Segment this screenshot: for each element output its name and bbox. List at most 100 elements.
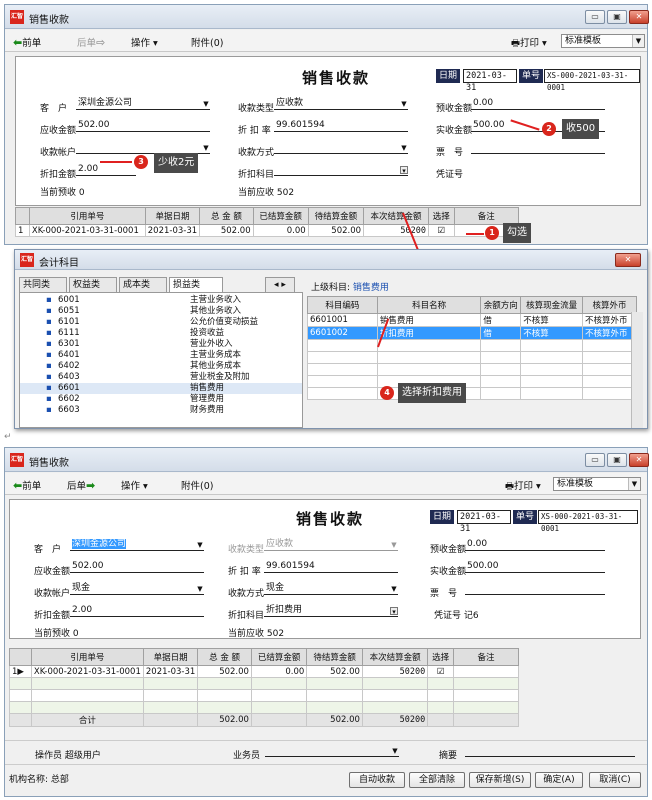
col-total: 总 金 额 [199, 207, 254, 225]
tab-common[interactable]: 共同类 [19, 277, 67, 293]
receivable-field[interactable]: 502.00 [70, 560, 204, 573]
minimize-button[interactable]: ▭ [585, 10, 605, 24]
maximize-button[interactable]: ▣ [607, 453, 627, 467]
table-row[interactable]: 6601001 销售费用借不核算 不核算外币 [307, 313, 637, 327]
template-select[interactable]: 标准模板 ▼ [553, 477, 641, 491]
tree-item[interactable]: ▪ 6301 营业外收入 [20, 339, 302, 350]
chevron-down-icon: ▼ [401, 100, 407, 108]
discount-subj-select[interactable]: 折扣费用 ▾ [264, 604, 398, 617]
prepaid-label: 预收金额 [436, 104, 473, 114]
tree-item[interactable]: ▪ 6602 管理费用 [20, 394, 302, 405]
close-button[interactable]: ✕ [629, 10, 649, 24]
discount-subj-select[interactable]: ▾ [274, 163, 408, 176]
maximize-button[interactable]: ▣ [607, 10, 627, 24]
doc-no-field[interactable]: XS-000-2021-03-31-0001 [538, 510, 638, 533]
arrow-right-icon: ⇨ [96, 36, 106, 49]
tree-item[interactable]: ▪ 6403 营业税金及附加 [20, 372, 302, 383]
chevron-down-icon: ▼ [203, 144, 209, 152]
tree-item[interactable]: ▪ 6401 主营业务成本 [20, 350, 302, 361]
subject-tree[interactable]: ▪ 6001 主营业务收入 ▪ 6051 其他业务收入 ▪ 6101 公允价值变动损益 ▪ 6111… [19, 292, 303, 428]
discount-rate-field[interactable]: 99.601594 [274, 119, 408, 132]
chevron-down-icon: ▼ [392, 747, 398, 755]
tab-equity[interactable]: 权益类 [69, 277, 117, 293]
clear-all-button[interactable]: 全部清除 [409, 772, 465, 788]
dialog-close-button[interactable]: ✕ [615, 253, 641, 267]
ticket-field[interactable] [465, 582, 605, 595]
discount-rate-field[interactable]: 99.601594 [264, 560, 398, 573]
summary-field[interactable] [465, 744, 635, 757]
dialog-title-bar: 汇智 会计科目 ✕ [15, 250, 647, 270]
chevron-down-icon: ▼ [401, 144, 407, 152]
print-button[interactable]: 🖶打印 ▾ [505, 478, 541, 495]
window-title: 销售收款 [29, 15, 69, 26]
col-note: 备注 [453, 207, 520, 225]
chevron-down-icon: ▼ [628, 478, 640, 490]
prev-button[interactable]: ⬅前单 [13, 35, 41, 49]
confirm-button[interactable]: 确定(A) [535, 772, 583, 788]
tree-item[interactable]: ▪ 6603 财务费用 [20, 405, 302, 416]
discount-amt-field[interactable]: 2.00 [70, 604, 204, 617]
table-row[interactable]: 1 XK-000-2021-03-31-0001 2021-03-31 502.… [15, 224, 520, 237]
collect-type-label: 收款类型 [238, 104, 275, 114]
operator-value: 超级用户 [64, 751, 101, 761]
chevron-down-icon[interactable]: ▾ [390, 607, 398, 616]
salesman-select[interactable]: ▼ [265, 744, 399, 757]
next-button[interactable]: 后单➡ [67, 478, 95, 492]
customer-select[interactable]: 深圳金源公司 ▼ [70, 538, 204, 551]
account-select[interactable]: 现金 ▼ [70, 582, 204, 595]
date-field[interactable]: 2021-03-31 [457, 510, 511, 534]
customer-select[interactable]: 深圳金源公司 ▼ [76, 97, 210, 110]
folder-icon: ▪ [46, 328, 52, 338]
table-row-selected[interactable]: 6601002 折扣费用借不核算 不核算外币 [307, 326, 637, 340]
table-row[interactable]: 1▶ XK-000-2021-03-31-0001 2021-03-31 502… [9, 665, 519, 678]
tree-item[interactable]: ▪ 6101 公允价值变动损益 [20, 317, 302, 328]
tree-item[interactable]: ▪ 6001 主营业务收入 [20, 295, 302, 306]
auto-collect-button[interactable]: 自动收款 [349, 772, 405, 788]
close-button[interactable]: ✕ [629, 453, 649, 467]
date-field[interactable]: 2021-03-31 [463, 69, 517, 93]
doc-no-field[interactable]: XS-000-2021-03-31-0001 [544, 69, 640, 92]
tree-item[interactable]: ▪ 6402 其他业务成本 [20, 361, 302, 372]
actual-field[interactable]: 500.00 [465, 560, 605, 573]
method-select[interactable]: 现金 ▼ [264, 582, 398, 595]
vertical-scrollbar[interactable] [631, 312, 643, 428]
template-select[interactable]: 标准模板 ▼ [561, 34, 645, 48]
collect-type-select[interactable]: 应收款 ▼ [264, 538, 398, 551]
doc-no-label: 单号 [513, 510, 538, 524]
prev-button[interactable]: ⬅前单 [13, 478, 41, 492]
save-new-button[interactable]: 保存新增(S) [469, 772, 531, 788]
discount-amt-field[interactable]: 2.00 [76, 163, 136, 176]
tree-item[interactable]: ▪ 6051 其他业务收入 [20, 306, 302, 317]
select-checkbox[interactable]: ☑ [427, 665, 454, 678]
prepaid-field[interactable]: 0.00 [471, 97, 605, 110]
receivable-field[interactable]: 502.00 [76, 119, 210, 132]
account-label: 收款帐户 [40, 148, 77, 158]
select-checkbox[interactable]: ☑ [428, 224, 455, 237]
prepaid-label: 预收金额 [430, 545, 467, 555]
attach-button[interactable]: 附件(0) [181, 478, 213, 492]
collect-type-select[interactable]: 应收款 ▼ [274, 97, 408, 110]
chevron-down-icon[interactable]: ▾ [400, 166, 408, 175]
tree-item[interactable]: ▪ 6111 投资收益 [20, 328, 302, 339]
voucher-value: 记6 [463, 611, 479, 621]
tab-cost[interactable]: 成本类 [119, 277, 167, 293]
minimize-button[interactable]: ▭ [585, 453, 605, 467]
folder-icon: ▪ [46, 295, 52, 305]
operate-menu[interactable]: 操作 ▾ [121, 478, 148, 492]
attach-button[interactable]: 附件(0) [191, 35, 223, 49]
title-bar: 汇智 销售收款 ▭ ▣ ✕ [5, 448, 649, 472]
print-button[interactable]: 🖶打印 ▾ [511, 35, 547, 52]
collect-type-label: 收款类型 [228, 545, 265, 555]
toolbar: ⬅前单 后单⇨ 操作 ▾ 附件(0) 🖶打印 ▾ 标准模板 ▼ [5, 30, 647, 52]
tab-profit-loss[interactable]: 损益类 [169, 277, 223, 293]
ticket-field[interactable] [471, 141, 605, 154]
cancel-button[interactable]: 取消(C) [589, 772, 641, 788]
operate-menu[interactable]: 操作 ▾ [131, 35, 158, 49]
next-button[interactable]: 后单⇨ [77, 35, 105, 49]
tab-scroll-arrows[interactable]: ◂ ▸ [265, 277, 295, 293]
method-select[interactable]: ▼ [274, 141, 408, 154]
tree-item[interactable]: ▪ 6601 销售费用 [20, 383, 302, 394]
prepaid-field[interactable]: 0.00 [465, 538, 605, 551]
app-logo-icon: 汇智 [10, 453, 24, 467]
annotation-text-2: 收500 [562, 119, 600, 139]
